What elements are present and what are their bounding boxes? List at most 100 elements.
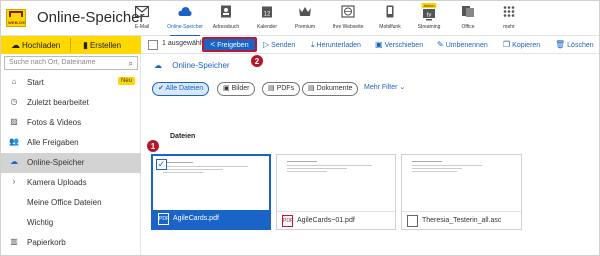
download-icon: ⤓	[311, 40, 315, 49]
breadcrumb[interactable]: ☁ Online-Speicher	[154, 61, 230, 70]
file-preview	[281, 159, 391, 209]
upload-label: Hochladen	[22, 41, 61, 50]
create-file-icon: ▮	[83, 40, 88, 50]
pdf-file-icon: PDF	[282, 215, 293, 227]
step-marker-1: 1	[146, 139, 160, 153]
search-icon: ⌕	[128, 59, 133, 68]
sidebar-item-recent[interactable]: ◷ Zuletzt bearbeitet	[1, 93, 141, 113]
nav-adressbuch[interactable]: Adressbuch	[209, 4, 243, 34]
filter-label: PDFs	[276, 85, 295, 92]
nav-premium[interactable]: Premium	[288, 4, 322, 34]
search-placeholder: Suche nach Ort, Dateiname	[9, 59, 96, 66]
move-button[interactable]: ▣ Verschieben	[375, 40, 423, 49]
filter-label: Alle Dateien	[165, 85, 204, 92]
move-icon: ▣	[375, 40, 383, 49]
sidebar-item-office-files[interactable]: Meine Office Dateien	[1, 193, 141, 213]
filter-images[interactable]: ▣ Bilder	[217, 82, 256, 96]
sidebar-item-label: Alle Freigaben	[27, 138, 79, 147]
delete-button[interactable]: 🗑 Löschen	[555, 40, 594, 49]
chevron-right-icon[interactable]: ›	[9, 177, 19, 186]
file-footer: PDF AgileCards~01.pdf	[277, 211, 395, 229]
select-all-checkbox[interactable]	[148, 40, 158, 50]
filter-label: Bilder	[231, 85, 250, 92]
delete-label: Löschen	[567, 42, 594, 49]
file-card-theresia[interactable]: Theresia_Testerin_all.asc	[401, 154, 522, 230]
upload-button[interactable]: ☁ Hochladen	[11, 39, 60, 51]
nav-mobilfunk[interactable]: Mobilfunk	[373, 4, 407, 34]
upload-icon: ☁	[11, 40, 20, 50]
filter-documents[interactable]: ▤ Dokumente	[302, 82, 359, 96]
sidebar-item-label: Start	[27, 78, 44, 87]
filter-all-files[interactable]: ✔ Alle Dateien	[152, 82, 210, 96]
filter-pdfs[interactable]: ▤ PDFs	[262, 82, 301, 96]
share-icon: <	[210, 40, 216, 49]
copy-button[interactable]: ❐ Kopieren	[503, 40, 540, 49]
move-label: Verschieben	[384, 42, 424, 49]
main-content: ☁ Online-Speicher ✔ Alle Dateien ▣ Bilde…	[142, 54, 599, 255]
file-card-agilecards[interactable]: ✓ PDF AgileCards.pdf	[151, 154, 271, 230]
nav-mehr[interactable]: mehr	[492, 4, 526, 34]
preview-line	[412, 168, 462, 169]
preview-line	[287, 161, 317, 162]
sidebar-item-label: Wichtig	[27, 218, 54, 227]
rename-button[interactable]: ✎ Umbenennen	[437, 40, 488, 49]
cloud-icon	[178, 7, 192, 16]
more-filter-dropdown[interactable]: Mehr Filter ⌄	[364, 83, 405, 91]
pencil-icon: ✎	[437, 40, 444, 49]
file-name: AgileCards~01.pdf	[297, 217, 355, 224]
top-header: WEB.DE Online-Speicher E-Mail Online-Spe…	[1, 1, 599, 37]
nav-online-speicher[interactable]: Online-Speicher	[167, 4, 203, 37]
file-checkbox-checked[interactable]: ✓	[156, 159, 167, 170]
file-footer: Theresia_Testerin_all.asc	[402, 211, 521, 229]
pdf-file-icon: PDF	[158, 213, 169, 225]
nav-email[interactable]: E-Mail	[125, 4, 159, 34]
nav-office[interactable]: Office	[451, 4, 485, 34]
preview-line	[412, 171, 457, 172]
download-button[interactable]: ⤓ Herunterladen	[311, 40, 361, 50]
sidebar: Suche nach Ort, Dateiname ⌕ ⌂ Start Neu …	[1, 54, 141, 255]
search-input[interactable]: Suche nach Ort, Dateiname ⌕	[4, 56, 138, 70]
sidebar-item-wichtig[interactable]: Wichtig	[1, 213, 141, 233]
preview-line	[163, 169, 223, 170]
send-icon: ▷	[263, 40, 270, 49]
sidebar-item-trash[interactable]: ▥ Papierkorb	[1, 233, 141, 253]
sidebar-item-start[interactable]: ⌂ Start Neu	[1, 73, 141, 93]
webde-logo[interactable]: WEB.DE	[6, 9, 26, 27]
preview-line	[287, 168, 347, 169]
sidebar-item-label: Fotos & Videos	[27, 118, 82, 127]
tv-icon: tv	[423, 9, 435, 21]
cloud-icon: ☁	[10, 157, 18, 166]
cloud-icon: ☁	[154, 61, 162, 70]
nav-kalender[interactable]: 12 Kalender	[250, 4, 284, 34]
grid-icon	[503, 6, 515, 17]
file-preview	[406, 159, 517, 209]
image-icon: ▨	[10, 117, 18, 126]
send-label: Senden	[271, 42, 296, 49]
sidebar-item-label: Kamera Uploads	[27, 178, 87, 187]
new-badge: Neu	[117, 77, 135, 85]
file-name: Theresia_Testerin_all.asc	[422, 217, 502, 224]
sidebar-item-shares[interactable]: 👥 Alle Freigaben	[1, 133, 141, 153]
sidebar-item-label: Papierkorb	[27, 238, 66, 247]
create-button[interactable]: ▮ Erstellen	[83, 39, 121, 51]
contacts-icon	[221, 5, 231, 18]
trash-icon: 🗑	[555, 40, 566, 49]
sidebar-item-photos[interactable]: ▨ Fotos & Videos	[1, 113, 141, 133]
file-card-agilecards-01[interactable]: PDF AgileCards~01.pdf	[276, 154, 396, 230]
phone-icon	[386, 5, 394, 18]
preview-line	[287, 165, 372, 166]
chevron-down-icon: ⌄	[399, 84, 406, 91]
nav-webseite[interactable]: Ihre Webseite	[331, 4, 365, 34]
sidebar-item-online-speicher[interactable]: ☁ Online-Speicher	[1, 153, 141, 173]
check-icon: ✔	[158, 85, 164, 92]
nav-streaming[interactable]: Aktion tv Streaming	[412, 3, 446, 34]
sidebar-item-camera-uploads[interactable]: › Kamera Uploads	[1, 173, 141, 193]
share-button[interactable]: < Freigeben	[202, 37, 257, 52]
document-file-icon	[407, 215, 418, 227]
office-icon	[462, 6, 474, 17]
step-marker-2: 2	[250, 54, 264, 68]
preview-line	[163, 166, 248, 167]
sidebar-item-label: Online-Speicher	[27, 158, 85, 167]
send-button[interactable]: ▷ Senden	[263, 40, 295, 49]
sidebar-item-label: Zuletzt bearbeitet	[27, 98, 89, 107]
